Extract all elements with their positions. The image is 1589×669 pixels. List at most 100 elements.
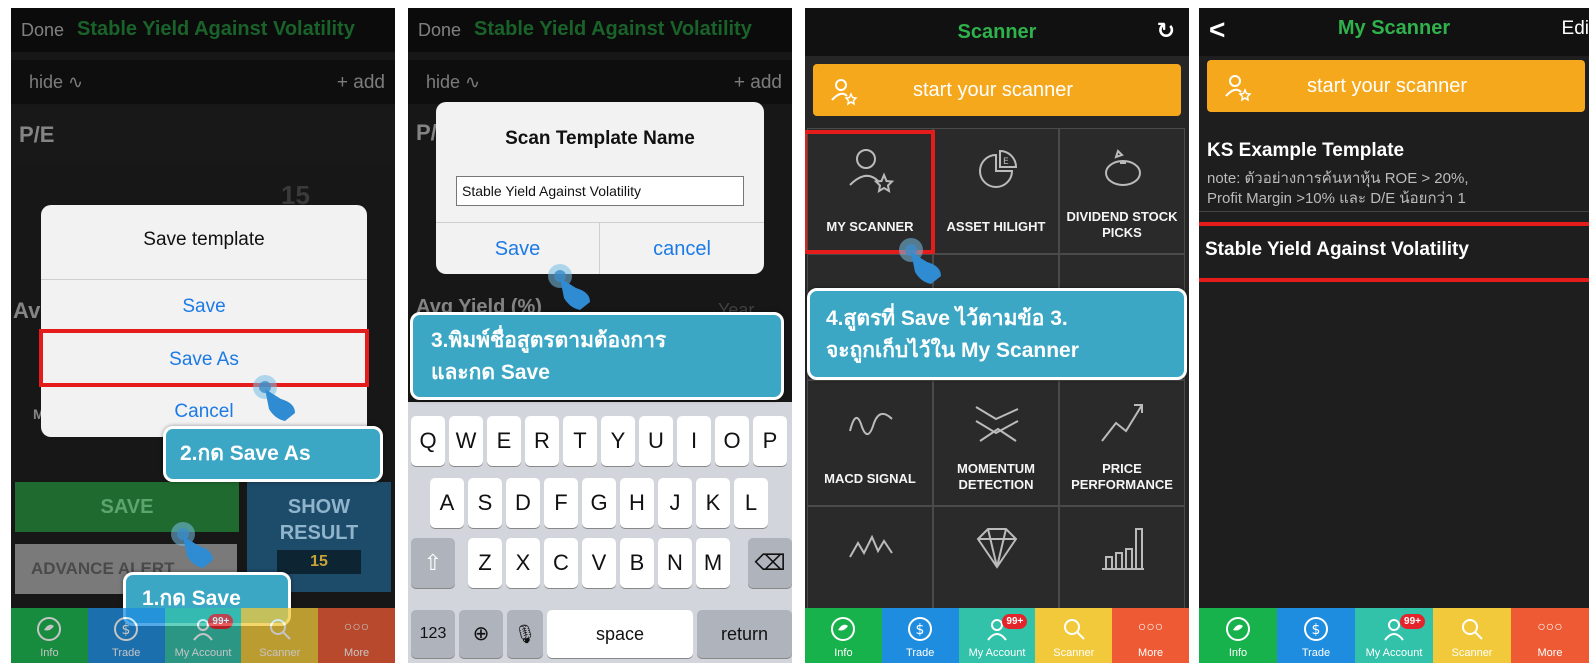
dialog-title: Scan Template Name bbox=[505, 128, 695, 149]
screen-save-template: Done Stable Yield Against Volatility hid… bbox=[11, 8, 395, 663]
tab-my-account[interactable]: 99+ My Account bbox=[164, 608, 242, 663]
dialog-title: Save template bbox=[143, 229, 265, 250]
edit-button[interactable]: Edi bbox=[1562, 18, 1589, 40]
key-b[interactable]: B bbox=[620, 538, 654, 588]
numbers-key[interactable]: 123 bbox=[411, 610, 455, 658]
key-w[interactable]: W bbox=[449, 416, 483, 466]
grid-momentum-detection[interactable]: MOMENTUM DETECTION bbox=[933, 380, 1059, 506]
callout-step2: 2.กด Save As bbox=[163, 426, 383, 482]
backspace-key[interactable]: ⌫ bbox=[748, 538, 792, 588]
tab-my-account[interactable]: 99+ My Account bbox=[958, 608, 1036, 663]
tab-scanner[interactable]: Scanner bbox=[1035, 608, 1113, 663]
result-count: 15 bbox=[277, 550, 361, 574]
trend-up-icon bbox=[1101, 404, 1143, 442]
tap-hand-icon bbox=[899, 238, 941, 284]
template-item-ks-example[interactable]: KS Example Template note: ตัวอย่างการค้น… bbox=[1199, 130, 1589, 212]
tab-scanner[interactable]: Scanner bbox=[241, 608, 319, 663]
key-j[interactable]: J bbox=[658, 478, 692, 528]
dialog-save-option[interactable]: Save bbox=[41, 279, 367, 332]
refresh-icon[interactable]: ↻ bbox=[1157, 18, 1175, 44]
key-v[interactable]: V bbox=[582, 538, 616, 588]
key-g[interactable]: G bbox=[582, 478, 616, 528]
key-m[interactable]: M bbox=[696, 538, 730, 588]
dollar-icon: $ bbox=[908, 617, 933, 641]
key-p[interactable]: P bbox=[753, 416, 787, 466]
backspace-icon: ⌫ bbox=[754, 550, 786, 575]
start-scanner-bar[interactable]: start your scanner bbox=[1207, 60, 1585, 112]
tab-my-account[interactable]: 99+ My Account bbox=[1355, 608, 1433, 663]
scanner-title: Scanner bbox=[957, 21, 1037, 43]
diamond-icon bbox=[976, 528, 1018, 569]
save-template-dialog: Save template Save Save As Cancel bbox=[41, 205, 367, 437]
key-u[interactable]: U bbox=[639, 416, 673, 466]
key-e[interactable]: E bbox=[487, 416, 521, 466]
show-result-label: SHOW RESULT bbox=[279, 496, 359, 544]
key-t[interactable]: T bbox=[563, 416, 597, 466]
callout-step4-line1: 4.สูตรที่ Save ไว้ตามข้อ 3. bbox=[826, 307, 1068, 330]
key-i[interactable]: I bbox=[677, 416, 711, 466]
grid-asset-hilight[interactable]: E ASSET HILIGHT bbox=[933, 128, 1059, 254]
magnifier-icon bbox=[269, 619, 291, 640]
template-note-line2: Profit Margin >10% และ D/E น้อยกว่า 1 bbox=[1207, 190, 1466, 207]
shift-arrow-icon: ⇧ bbox=[423, 550, 443, 575]
tab-more[interactable]: ○○○ More bbox=[1511, 608, 1589, 663]
return-key[interactable]: return bbox=[697, 610, 792, 658]
key-z[interactable]: Z bbox=[468, 538, 502, 588]
key-c[interactable]: C bbox=[544, 538, 578, 588]
space-key[interactable]: space bbox=[547, 610, 693, 658]
magnifier-icon bbox=[1462, 619, 1483, 640]
user-star-icon bbox=[1225, 75, 1252, 102]
tap-hand-icon bbox=[253, 375, 295, 421]
key-s[interactable]: S bbox=[468, 478, 502, 528]
key-x[interactable]: X bbox=[506, 538, 540, 588]
key-r[interactable]: R bbox=[525, 416, 559, 466]
tab-trade[interactable]: $ Trade bbox=[1277, 608, 1355, 663]
tab-info[interactable]: Info bbox=[1199, 608, 1277, 663]
callout-step3: 3.พิมพ์ชื่อสูตรตามต้องการ และกด Save bbox=[410, 312, 784, 400]
dialog-cancel-button[interactable]: cancel bbox=[600, 222, 764, 274]
dollar-icon: $ bbox=[114, 617, 139, 641]
globe-key[interactable]: ⊕ bbox=[459, 610, 503, 658]
key-q[interactable]: Q bbox=[411, 416, 445, 466]
start-scanner-label: start your scanner bbox=[1307, 75, 1468, 97]
screen-template-name: Done Stable Yield Against Volatility hid… bbox=[408, 8, 792, 663]
template-name-input[interactable] bbox=[456, 176, 744, 206]
tab-bar: Info $ Trade 99+ My Account Scanner ○○○ Mor… bbox=[805, 608, 1189, 663]
magnifier-icon bbox=[1063, 619, 1085, 640]
tap-hand-icon bbox=[548, 264, 590, 310]
info-leaf-icon bbox=[37, 617, 62, 641]
start-scanner-bar[interactable]: start your scanner bbox=[813, 64, 1181, 116]
key-a[interactable]: A bbox=[430, 478, 464, 528]
screen-my-scanner: < My Scanner Edi start your scanner KS E… bbox=[1199, 8, 1589, 663]
key-f[interactable]: F bbox=[544, 478, 578, 528]
tap-hand-icon bbox=[171, 522, 213, 568]
key-h[interactable]: H bbox=[620, 478, 654, 528]
key-k[interactable]: K bbox=[696, 478, 730, 528]
key-n[interactable]: N bbox=[658, 538, 692, 588]
grid-price-performance[interactable]: PRICE PERFORMANCE bbox=[1059, 380, 1185, 506]
shift-key[interactable]: ⇧ bbox=[411, 538, 455, 588]
mic-key[interactable]: 🎙 bbox=[507, 610, 543, 658]
tab-info[interactable]: Info bbox=[805, 608, 882, 663]
tab-more[interactable]: ○○○ More bbox=[318, 608, 395, 663]
tab-scanner[interactable]: Scanner bbox=[1433, 608, 1511, 663]
screen-scanner: Scanner ↻ start your scanner MY SCANNER … bbox=[805, 8, 1189, 663]
tab-trade[interactable]: $ Trade bbox=[87, 608, 165, 663]
grid-dividend-stock-picks[interactable]: DIVIDEND STOCK PICKS bbox=[1059, 128, 1185, 254]
grid-label: MACD SIGNAL bbox=[824, 471, 916, 486]
svg-text:$: $ bbox=[916, 622, 925, 638]
key-o[interactable]: O bbox=[715, 416, 749, 466]
svg-text:$: $ bbox=[1312, 622, 1321, 638]
tab-trade[interactable]: $ Trade bbox=[881, 608, 959, 663]
grid-label: DIVIDEND STOCK PICKS bbox=[1066, 209, 1178, 240]
key-y[interactable]: Y bbox=[601, 416, 635, 466]
account-badge: 99+ bbox=[1002, 614, 1028, 629]
tab-more[interactable]: ○○○ More bbox=[1112, 608, 1189, 663]
tab-info[interactable]: Info bbox=[11, 608, 88, 663]
info-leaf-icon bbox=[1226, 617, 1250, 641]
my-scanner-title: My Scanner bbox=[1337, 17, 1451, 39]
grid-macd-signal[interactable]: MACD SIGNAL bbox=[807, 380, 933, 506]
momentum-lines-icon bbox=[975, 406, 1019, 442]
key-l[interactable]: L bbox=[734, 478, 768, 528]
key-d[interactable]: D bbox=[506, 478, 540, 528]
